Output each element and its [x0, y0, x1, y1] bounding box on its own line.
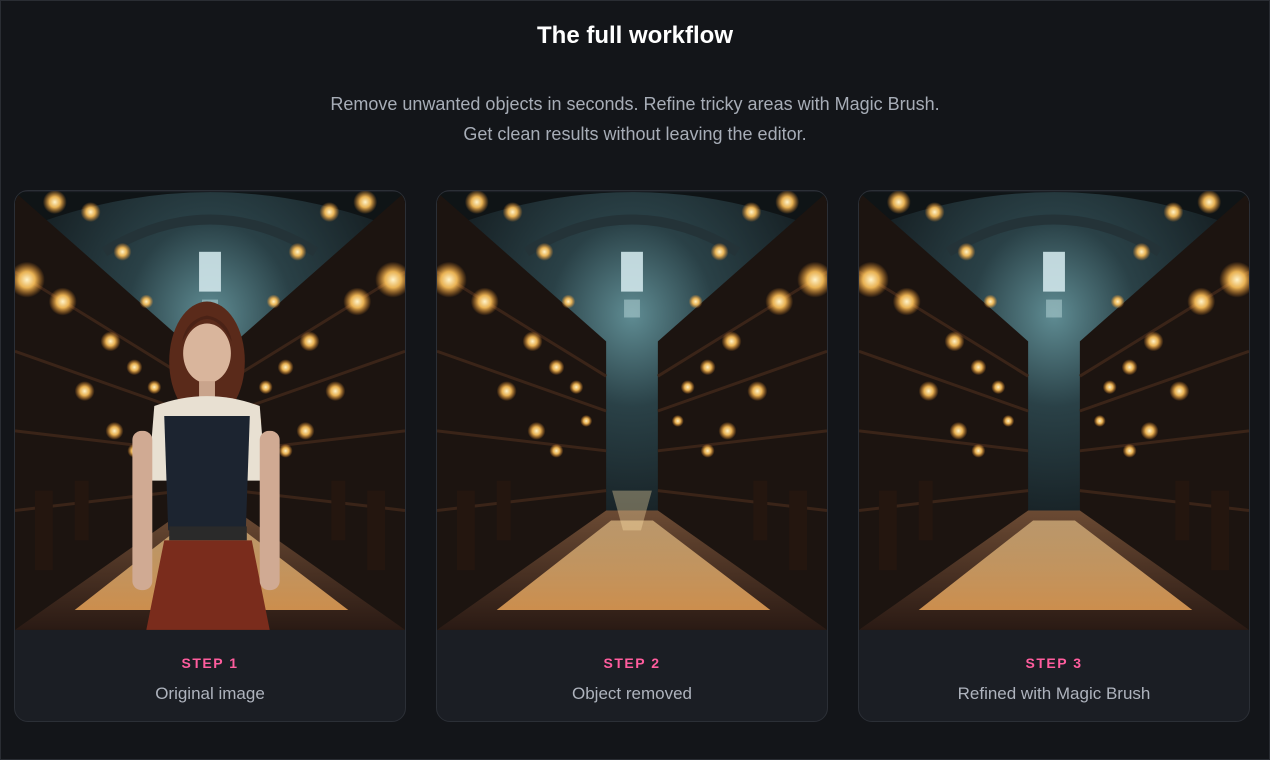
step-card-2: STEP 2 Object removed [436, 190, 828, 722]
step-caption: Object removed [572, 684, 692, 703]
subtitle-line-1: Remove unwanted objects in seconds. Refi… [330, 94, 940, 114]
step-label: STEP 3 [1025, 655, 1083, 671]
original-image [15, 191, 405, 631]
object-removed-image [437, 191, 827, 631]
step-label: STEP 1 [181, 655, 239, 671]
page-title: The full workflow [537, 22, 733, 49]
step-caption: Refined with Magic Brush [957, 684, 1151, 703]
step-caption: Original image [155, 684, 265, 703]
page-subtitle: Remove unwanted objects in seconds. Refi… [0, 89, 1270, 149]
subtitle-line-2: Get clean results without leaving the ed… [463, 124, 807, 144]
step-card-3: STEP 3 Refined with Magic Brush [858, 190, 1250, 722]
step-label: STEP 2 [603, 655, 661, 671]
step-card-1: STEP 1 Original image [14, 190, 406, 722]
refined-image [859, 191, 1249, 631]
